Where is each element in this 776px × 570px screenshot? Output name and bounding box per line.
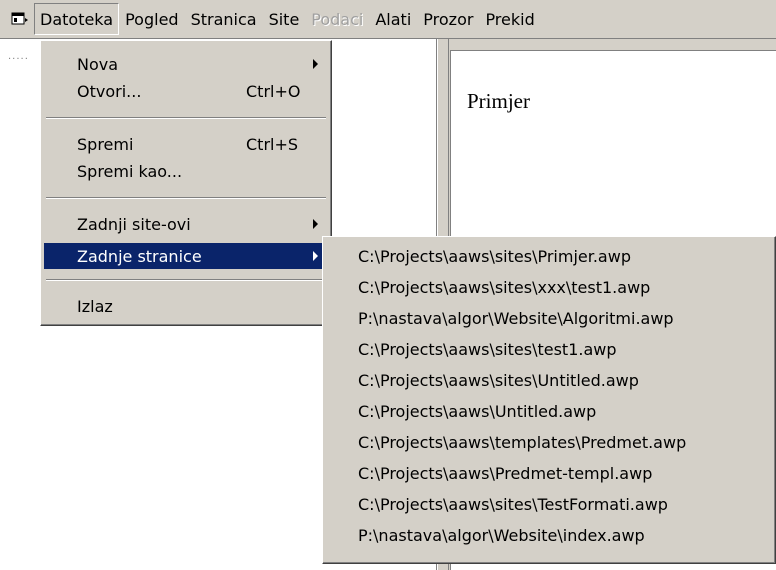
application-window: Datoteka Pogled Stranica Site Podaci Ala… bbox=[0, 0, 776, 570]
menu-item-label: Otvori... bbox=[77, 81, 142, 101]
menu-separator bbox=[46, 197, 326, 199]
menu-item-label: Spremi kao... bbox=[77, 161, 183, 181]
menu-alati[interactable]: Alati bbox=[369, 3, 417, 35]
submenu-arrow-icon bbox=[313, 219, 318, 229]
menu-datoteka[interactable]: Datoteka bbox=[34, 3, 120, 35]
menu-item-label: Spremi bbox=[77, 134, 134, 154]
tree-connector: ..... bbox=[8, 51, 29, 62]
menu-item-spremi[interactable]: Spremi Ctrl+S bbox=[44, 131, 328, 157]
menu-pogled[interactable]: Pogled bbox=[119, 3, 184, 35]
menu-item-label: Izlaz bbox=[77, 296, 113, 316]
app-icon[interactable] bbox=[6, 0, 34, 38]
menu-item-label: Zadnji site-ovi bbox=[77, 214, 191, 234]
menu-podaci: Podaci bbox=[311, 9, 364, 29]
menu-separator bbox=[46, 279, 326, 281]
menu-item-shortcut: Ctrl+O bbox=[246, 81, 301, 101]
recent-pages-submenu: C:\Projects\aaws\sites\Primjer.awp C:\Pr… bbox=[322, 236, 776, 564]
menu-item-zadnje-stranice[interactable]: Zadnje stranice bbox=[44, 243, 328, 269]
recent-page-item[interactable]: C:\Projects\aaws\sites\Untitled.awp bbox=[326, 365, 772, 396]
menu-prekid[interactable]: Prekid bbox=[479, 3, 540, 35]
recent-page-item[interactable]: C:\Projects\aaws\sites\TestFormati.awp bbox=[326, 489, 772, 520]
menu-site[interactable]: Site bbox=[263, 3, 306, 35]
menu-item-zadnji-site-ovi[interactable]: Zadnji site-ovi bbox=[44, 211, 328, 237]
submenu-arrow-icon bbox=[313, 59, 318, 69]
recent-page-item[interactable]: C:\Projects\aaws\sites\test1.awp bbox=[326, 334, 772, 365]
menu-item-label: Nova bbox=[77, 54, 119, 74]
menu-item-label: Zadnje stranice bbox=[77, 246, 202, 266]
menu-item-nova[interactable]: Nova bbox=[44, 51, 328, 77]
menu-bar: Datoteka Pogled Stranica Site Podaci Ala… bbox=[0, 0, 776, 39]
menu-stranica[interactable]: Stranica bbox=[185, 3, 263, 35]
recent-page-item[interactable]: C:\Projects\aaws\sites\Primjer.awp bbox=[326, 241, 772, 272]
menu-separator bbox=[46, 117, 326, 119]
recent-page-item[interactable]: C:\Projects\aaws\sites\xxx\test1.awp bbox=[326, 272, 772, 303]
document-text[interactable]: Primjer bbox=[467, 89, 530, 114]
menu-item-izlaz[interactable]: Izlaz bbox=[44, 293, 328, 319]
menu-item-spremi-kao[interactable]: Spremi kao... bbox=[44, 158, 328, 184]
recent-page-item[interactable]: C:\Projects\aaws\Untitled.awp bbox=[326, 396, 772, 427]
recent-page-item[interactable]: P:\nastava\algor\Website\index.awp bbox=[326, 520, 772, 551]
menu-prozor[interactable]: Prozor bbox=[417, 3, 479, 35]
menu-item-otvori[interactable]: Otvori... Ctrl+O bbox=[44, 78, 328, 104]
recent-page-item[interactable]: C:\Projects\aaws\Predmet-templ.awp bbox=[326, 458, 772, 489]
recent-page-item[interactable]: C:\Projects\aaws\templates\Predmet.awp bbox=[326, 427, 772, 458]
file-menu-dropdown: Nova Otvori... Ctrl+O Spremi Ctrl+S Spre… bbox=[40, 40, 332, 326]
recent-page-item[interactable]: P:\nastava\algor\Website\Algoritmi.awp bbox=[326, 303, 772, 334]
menu-item-shortcut: Ctrl+S bbox=[246, 134, 299, 154]
submenu-arrow-icon bbox=[313, 251, 318, 261]
